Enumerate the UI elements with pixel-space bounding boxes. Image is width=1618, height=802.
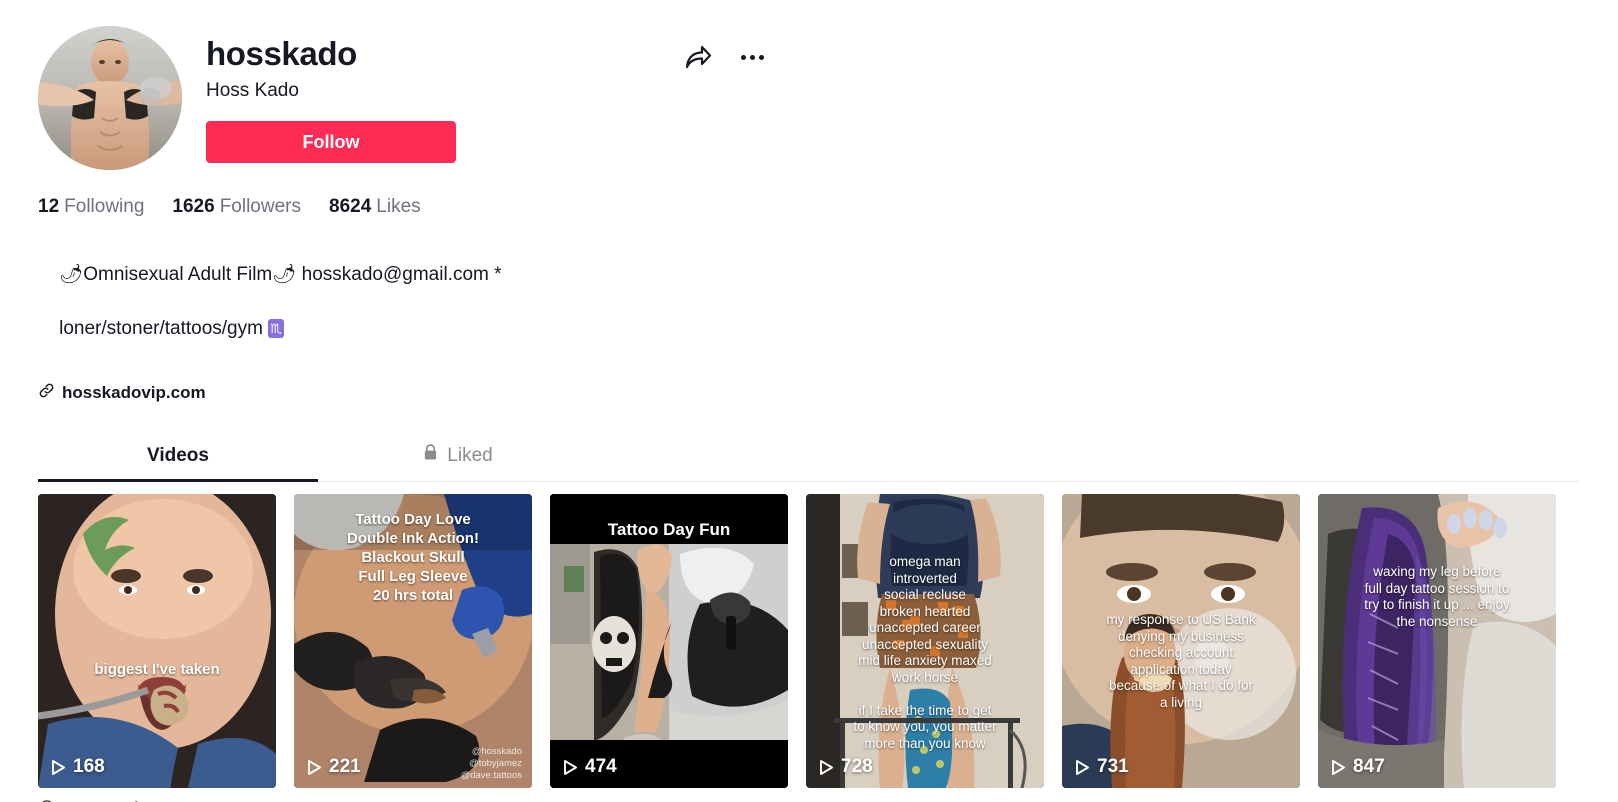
video-play-count: 728 — [818, 756, 873, 778]
tab-liked[interactable]: Liked — [318, 434, 598, 481]
share-arrow-icon[interactable] — [681, 40, 715, 74]
video-title-band: Tattoo Day Fun — [607, 520, 731, 539]
play-count-value: 168 — [73, 756, 105, 777]
avatar-image — [38, 26, 182, 170]
caption-text: #duet with ..▶ — [550, 797, 655, 802]
stat-following[interactable]: 12 Following — [38, 196, 144, 218]
video-caption[interactable]: been through it but getti... — [806, 797, 1044, 802]
more-options-icon[interactable] — [735, 40, 769, 74]
play-count-value: 847 — [1353, 756, 1385, 777]
video-play-count: 847 — [1330, 756, 1385, 778]
caption-text: like scratching an itch! ... — [1318, 797, 1504, 802]
following-count: 12 — [38, 196, 60, 217]
video-play-count: 221 — [306, 756, 361, 778]
scorpio-emoji: ♏ — [268, 319, 284, 338]
play-count-value: 474 — [585, 756, 617, 777]
avatar[interactable] — [38, 26, 182, 170]
profile-nickname: Hoss Kado — [206, 80, 299, 101]
profile-tabs: Videos Liked — [38, 434, 1580, 482]
video-card[interactable]: Tattoo Day Fun 474 #duet with ..▶ — [550, 494, 788, 802]
play-icon — [52, 759, 65, 775]
video-thumbnail[interactable]: Tattoo Day Fun 474 — [550, 494, 788, 788]
caption-emoji: 🙃 — [38, 797, 56, 802]
play-icon — [564, 759, 577, 775]
video-grid: biggest I've taken 168 🙃 #fyp #fypシ #xyz… — [38, 494, 1580, 802]
caption-text: been through it but getti... — [806, 797, 999, 802]
video-caption[interactable]: like scratching an itch! ... — [1318, 797, 1556, 802]
video-card[interactable]: my response to US Bank denying my busine… — [1062, 494, 1300, 802]
followers-label: Followers — [219, 196, 301, 217]
profile-username: hosskado — [206, 35, 357, 72]
video-caption[interactable]: par for the course ... we ... — [1062, 797, 1300, 802]
video-card[interactable]: biggest I've taken 168 🙃 #fyp #fypシ #xyz… — [38, 494, 276, 802]
dot — [758, 54, 764, 60]
video-overlay-text: my response to US Bank denying my busine… — [1106, 612, 1256, 710]
video-caption[interactable]: 🙃 #fyp #fypシ #xyzbca... — [38, 797, 276, 802]
tab-videos-label: Videos — [147, 444, 209, 466]
video-collab-handles: @hosskado @tobyjamez @dave.tattoos — [460, 746, 522, 781]
play-icon — [1332, 759, 1345, 775]
dot — [749, 54, 755, 60]
profile-stats: 12 Following 1626 Followers 8624 Likes — [38, 196, 1580, 218]
video-overlay-text: waxing my leg before full day tattoo ses… — [1364, 564, 1510, 629]
likes-count: 8624 — [329, 196, 372, 217]
follow-button[interactable]: Follow — [206, 121, 456, 163]
play-count-value: 221 — [329, 756, 361, 777]
following-label: Following — [64, 196, 145, 217]
followers-count: 1626 — [172, 196, 215, 217]
video-thumbnail[interactable]: biggest I've taken 168 — [38, 494, 276, 788]
profile-link[interactable]: hosskadovip.com — [38, 382, 1580, 404]
tab-videos[interactable]: Videos — [38, 434, 318, 482]
caption-text: interesting day of double... — [294, 797, 493, 802]
video-caption[interactable]: #duet with ..▶ — [550, 797, 788, 802]
thumbnail-image — [1318, 494, 1556, 788]
play-icon — [820, 759, 833, 775]
caption-text: #fyp #fypシ #xyzbca... — [62, 797, 229, 802]
video-caption[interactable]: interesting day of double... — [294, 797, 532, 802]
video-overlay-text: omega man introverted social recluse bro… — [853, 554, 997, 751]
play-icon — [1076, 759, 1089, 775]
video-thumbnail[interactable]: waxing my leg before full day tattoo ses… — [1318, 494, 1556, 788]
header-actions — [681, 40, 769, 74]
play-count-value: 731 — [1097, 756, 1129, 777]
bio-line-2: loner/stoner/tattoos/gym — [59, 318, 269, 339]
profile-bio: 🌶Omnisexual Adult Film🌶 hosskado@gmail.c… — [38, 234, 738, 369]
thumbnail-image — [38, 494, 276, 788]
dot — [740, 54, 746, 60]
tab-liked-label: Liked — [447, 444, 493, 466]
profile-identity: hosskado Hoss Kado Follow — [206, 26, 1580, 163]
profile-page: hosskado Hoss Kado Follow 12 Following 1… — [0, 0, 1618, 802]
lock-icon — [423, 444, 438, 467]
video-overlay-text: biggest I've taken — [94, 661, 220, 678]
video-card[interactable]: omega man introverted social recluse bro… — [806, 494, 1044, 802]
video-play-count: 731 — [1074, 756, 1129, 778]
stat-followers[interactable]: 1626 Followers — [172, 196, 301, 218]
likes-label: Likes — [376, 196, 421, 217]
video-overlay-text: Tattoo Day Love Double Ink Action! Black… — [347, 511, 479, 604]
caption-text: par for the course ... we ... — [1062, 797, 1259, 802]
video-play-count: 168 — [50, 756, 105, 778]
play-count-value: 728 — [841, 756, 873, 777]
profile-link-text: hosskadovip.com — [62, 383, 206, 402]
video-play-count: 474 — [562, 756, 617, 778]
profile-header: hosskado Hoss Kado Follow — [38, 0, 1580, 170]
play-icon — [308, 759, 321, 775]
video-thumbnail[interactable]: Tattoo Day Love Double Ink Action! Black… — [294, 494, 532, 788]
video-thumbnail[interactable]: my response to US Bank denying my busine… — [1062, 494, 1300, 788]
bio-line-1: 🌶Omnisexual Adult Film🌶 hosskado@gmail.c… — [59, 264, 502, 285]
video-thumbnail[interactable]: omega man introverted social recluse bro… — [806, 494, 1044, 788]
video-card[interactable]: Tattoo Day Love Double Ink Action! Black… — [294, 494, 532, 802]
video-card[interactable]: waxing my leg before full day tattoo ses… — [1318, 494, 1556, 802]
link-chain-icon — [38, 382, 55, 404]
stat-likes: 8624 Likes — [329, 196, 421, 218]
